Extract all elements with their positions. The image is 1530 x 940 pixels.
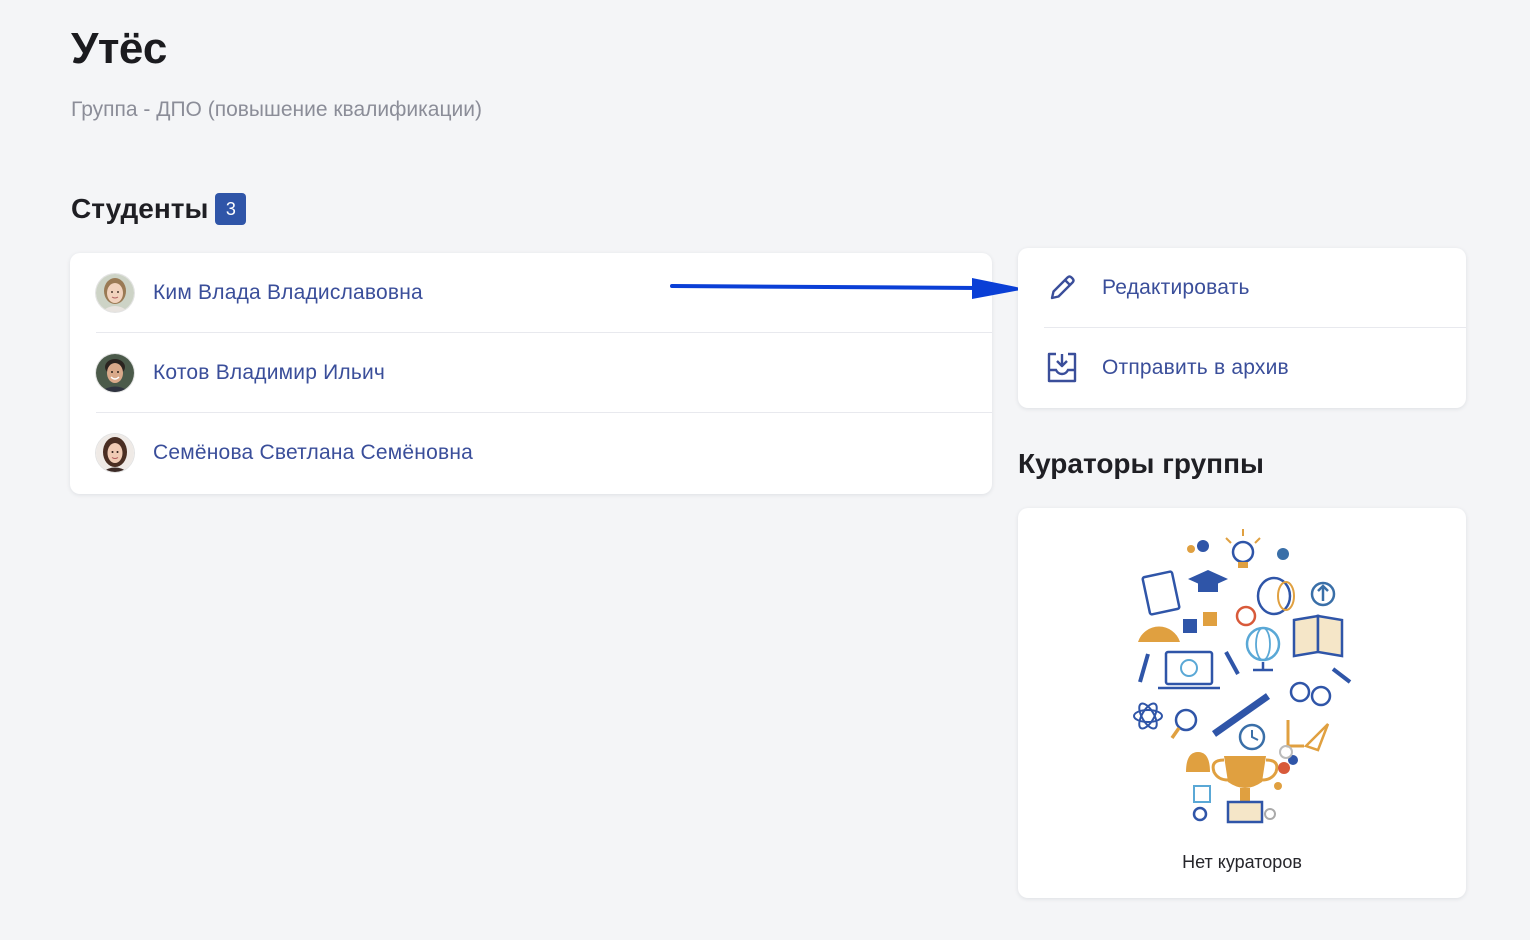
education-illustration-icon [1133,529,1352,824]
avatar [96,274,134,312]
student-name: Семёнова Светлана Семёновна [153,441,474,464]
students-heading: Студенты 3 [71,193,247,225]
curators-title: Кураторы группы [1018,448,1264,479]
avatar [96,354,134,392]
curators-empty-text: Нет кураторов [1182,852,1302,872]
archive-icon [1044,350,1080,386]
students-title: Студенты [71,193,209,224]
pencil-icon [1044,270,1080,306]
students-count-badge: 3 [215,193,247,225]
archive-button[interactable]: Отправить в архив [1044,328,1466,408]
page-title: Утёс [71,24,167,73]
student-name: Котов Владимир Ильич [153,361,386,384]
annotation-arrow [670,278,1026,299]
curators-panel: Нет кураторов [1018,508,1466,898]
group-actions-menu: Редактировать Отправить в архив [1018,248,1466,408]
student-item[interactable]: Котов Владимир Ильич [96,333,992,413]
page-subtitle: Группа - ДПО (повышение квалификации) [71,98,482,121]
avatar [96,434,134,472]
student-item[interactable]: Семёнова Светлана Семёновна [96,413,992,493]
archive-label: Отправить в архив [1102,356,1289,379]
edit-label: Редактировать [1102,276,1250,299]
student-name: Ким Влада Владиславовна [153,281,423,304]
edit-button[interactable]: Редактировать [1044,248,1466,328]
